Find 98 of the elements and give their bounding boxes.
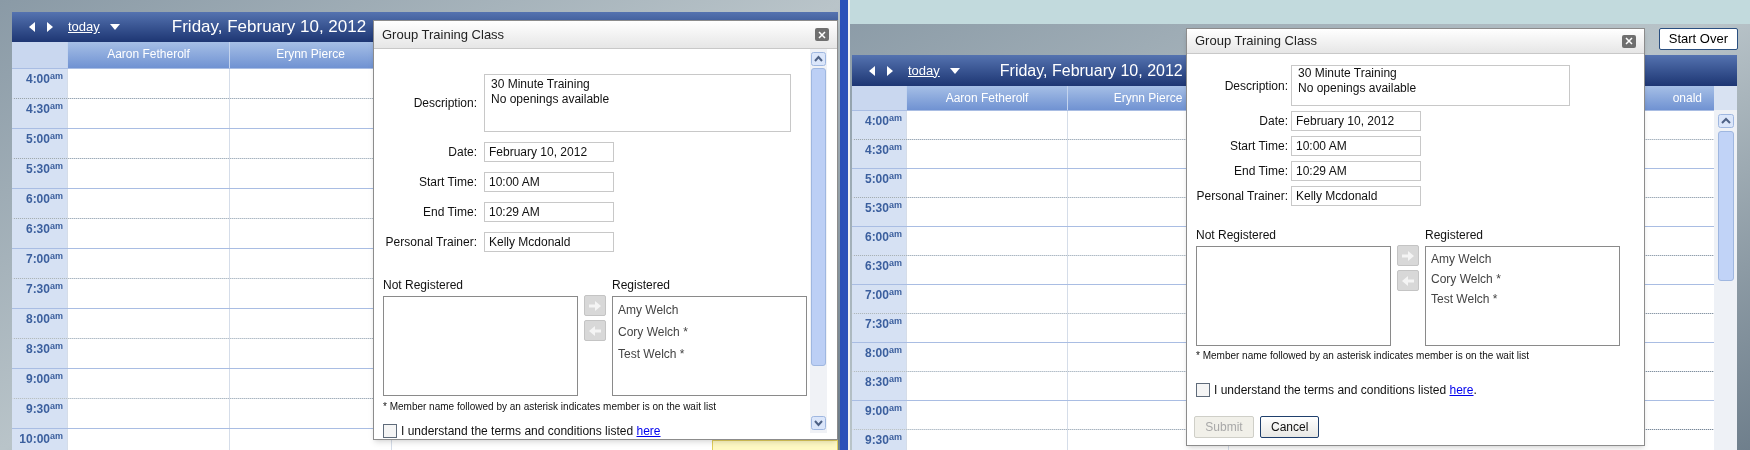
footnote: * Member name followed by an asterisk indicates member is on the wait list [382, 400, 717, 414]
text-field[interactable]: 10:00 AM [484, 172, 614, 192]
text-field[interactable]: 10:00 AM [1291, 136, 1421, 156]
time-label: 5:30$^{am}$ [852, 198, 906, 226]
calendar-date-title: Friday, February 10, 2012 [171, 16, 367, 39]
registered-list[interactable]: Amy Welch Cory Welch * Test Welch * [1425, 246, 1620, 346]
field-label: Date: [1258, 113, 1289, 130]
time-label: 7:30$^{am}$ [852, 314, 906, 342]
field-label: End Time: [421, 204, 478, 221]
text-field[interactable]: February 10, 2012 [1291, 111, 1421, 131]
left-arrow-icon [589, 325, 601, 336]
close-icon [1625, 37, 1633, 45]
member-item[interactable]: Cory Welch * [1431, 269, 1614, 289]
time-column-header [12, 42, 67, 68]
time-label: 4:00$^{am}$ [852, 111, 906, 139]
cancel-button[interactable]: Cancel [1260, 416, 1319, 438]
member-item[interactable]: Test Welch * [1431, 289, 1614, 309]
time-label: 6:00$^{am}$ [852, 227, 906, 255]
text-field[interactable]: February 10, 2012 [484, 142, 614, 162]
terms-checkbox[interactable] [1196, 383, 1210, 397]
time-label: 9:30$^{am}$ [852, 430, 906, 450]
time-label: 10:00$^{am}$ [12, 429, 67, 450]
time-label: 6:00$^{am}$ [12, 189, 67, 218]
time-label: 7:00$^{am}$ [852, 285, 906, 313]
text-field[interactable]: 10:29 AM [1291, 161, 1421, 181]
footnote: * Member name followed by an asterisk indicates member is on the wait list [1195, 349, 1530, 363]
time-label: 5:00$^{am}$ [12, 129, 67, 158]
member-item[interactable]: Amy Welch [618, 299, 801, 321]
list-heading: Registered [1425, 227, 1485, 244]
today-link[interactable]: today [908, 60, 940, 81]
scroll-down-icon [811, 416, 826, 430]
registered-list[interactable]: Amy Welch Cory Welch * Test Welch * [612, 296, 807, 396]
time-label: 5:00$^{am}$ [852, 169, 906, 197]
time-column-header [852, 86, 906, 110]
field-label: Start Time: [418, 174, 478, 191]
text-field[interactable]: 10:29 AM [484, 202, 614, 222]
member-item[interactable]: Test Welch * [618, 343, 801, 365]
scrollbar-corner [1714, 86, 1737, 110]
start-over-button[interactable]: Start Over [1658, 28, 1738, 50]
time-label: 7:30$^{am}$ [12, 279, 67, 308]
right-arrow-icon [1402, 250, 1414, 261]
next-icon [46, 22, 54, 32]
time-label: 8:00$^{am}$ [852, 343, 906, 371]
field-label: Date: [447, 144, 478, 161]
text-field[interactable]: Kelly Mcdonald [1291, 186, 1421, 206]
field-label: End Time: [1232, 163, 1289, 180]
today-link[interactable]: today [68, 17, 100, 37]
time-label: 5:30$^{am}$ [12, 159, 67, 188]
caret-icon [949, 67, 960, 74]
not-registered-list[interactable] [1196, 246, 1391, 346]
time-label: 6:30$^{am}$ [852, 256, 906, 284]
caret-icon [109, 24, 120, 30]
close-icon [818, 30, 826, 39]
list-heading: Not Registered [1196, 227, 1278, 244]
column-header: Aaron Fetherolf [67, 42, 229, 68]
text-field[interactable]: Kelly Mcdonald [484, 232, 614, 252]
time-label: 4:30$^{am}$ [852, 140, 906, 168]
member-item[interactable]: Amy Welch [1431, 249, 1614, 269]
scroll-up-icon [1717, 114, 1734, 128]
left-arrow-icon [1402, 275, 1414, 286]
not-registered-list[interactable] [383, 296, 578, 396]
terms-text: I understand the terms and conditions listed here. [1214, 382, 1477, 399]
terms-text: I understand the terms and conditions listed here [401, 423, 661, 440]
time-label: 4:30$^{am}$ [12, 99, 67, 128]
field-label: Start Time: [1229, 138, 1289, 155]
scroll-up-icon [811, 52, 826, 66]
previous-icon [28, 22, 36, 32]
description-field[interactable]: 30 Minute Training No openings available [1291, 65, 1570, 106]
time-label: 6:30$^{am}$ [12, 219, 67, 248]
dialog-title: Group Training Class [1195, 32, 1318, 51]
time-label: 8:30$^{am}$ [12, 339, 67, 368]
time-label: 9:30$^{am}$ [12, 399, 67, 428]
time-label: 7:00$^{am}$ [12, 249, 67, 278]
dialog-title: Group Training Class [382, 25, 505, 44]
field-label: Personal Trainer: [384, 234, 478, 251]
close-button[interactable] [1622, 34, 1636, 48]
description-field[interactable]: 30 Minute Training No openings available [484, 74, 791, 132]
scrollbar[interactable] [1714, 110, 1737, 450]
time-label: 8:00$^{am}$ [12, 309, 67, 338]
terms-checkbox[interactable] [383, 424, 397, 438]
time-label: 9:00$^{am}$ [852, 401, 906, 429]
calendar-date-title: Friday, February 10, 2012 [999, 60, 1183, 81]
time-label: 4:00$^{am}$ [12, 69, 67, 98]
scrollbar[interactable] [810, 49, 827, 433]
column-header: Aaron Fetherolf [906, 86, 1067, 110]
field-label: Description: [412, 95, 478, 112]
here-link[interactable]: here [636, 424, 661, 438]
previous-icon [868, 65, 876, 76]
time-label: 9:00$^{am}$ [12, 369, 67, 398]
next-icon [886, 65, 894, 76]
here-link[interactable]: here [1449, 383, 1474, 397]
right-arrow-icon [589, 300, 601, 311]
time-label: 8:30$^{am}$ [852, 372, 906, 400]
list-heading: Registered [612, 277, 672, 294]
list-heading: Not Registered [383, 277, 465, 294]
field-label: Personal Trainer: [1195, 188, 1289, 205]
close-button[interactable] [815, 28, 829, 41]
member-item[interactable]: Cory Welch * [618, 321, 801, 343]
